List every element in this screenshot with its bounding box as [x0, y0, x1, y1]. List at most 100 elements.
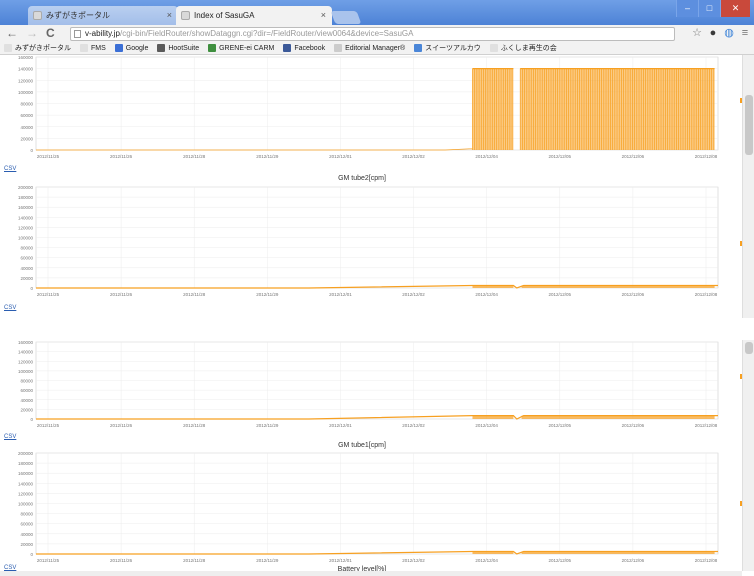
y-tick-label: 140000 [18, 67, 34, 72]
bookmark-label: GRENE-ei CARM [219, 44, 275, 52]
x-tick-label: 2012/12/06 [622, 558, 645, 563]
x-tick-label: 2012/11/29 [256, 292, 279, 297]
y-tick-label: 100000 [18, 369, 34, 374]
address-path: /cgi-bin/FieldRouter/showDataggn.cgi?dir… [119, 29, 414, 38]
y-tick-label: 80000 [20, 102, 33, 107]
x-tick-label: 2012/12/05 [549, 154, 572, 159]
tab-close-icon[interactable]: × [321, 6, 326, 25]
x-tick-label: 2012/11/29 [256, 423, 279, 428]
csv-link[interactable]: CSV [4, 305, 16, 311]
bookmark-4[interactable]: GRENE-ei CARM [208, 44, 274, 52]
browser-window-top: みずがきポータル × Index of SasuGA × – □ ✕ ← → C… [0, 0, 754, 318]
bookmark-label: みずがきポータル [15, 45, 71, 52]
bookmark-5[interactable]: Facebook [283, 44, 325, 52]
forward-arrow-icon[interactable]: → [26, 25, 38, 42]
favicon-icon [33, 11, 42, 20]
back-arrow-icon[interactable]: ← [6, 25, 18, 42]
chart-title-gm-tube1: GM tube1[cpm] [338, 442, 386, 449]
vertical-scrollbar[interactable] [742, 340, 754, 571]
csv-link[interactable]: CSV [4, 166, 16, 172]
y-tick-label: 140000 [18, 481, 34, 486]
x-tick-label: 2012/12/04 [475, 423, 498, 428]
bookmark-2[interactable]: Google [114, 44, 149, 52]
y-tick-label: 0 [30, 148, 33, 153]
y-tick-label: 160000 [18, 205, 34, 210]
x-tick-label: 2012/11/26 [110, 154, 133, 159]
y-tick-label: 140000 [18, 215, 34, 220]
tab-portal[interactable]: みずがきポータル × [28, 6, 178, 25]
series-area [472, 68, 514, 150]
address-bar[interactable]: v-ability.jp/cgi-bin/FieldRouter/showDat… [70, 27, 675, 41]
y-tick-label: 80000 [20, 512, 33, 517]
vertical-scrollbar[interactable] [742, 55, 754, 318]
tab-index-sasuga[interactable]: Index of SasuGA × [176, 6, 332, 25]
bookmark-1[interactable]: FMS [80, 44, 106, 52]
scrollbar-thumb[interactable] [745, 95, 753, 155]
x-tick-label: 2012/11/28 [183, 423, 206, 428]
x-tick-label: 2012/12/04 [475, 558, 498, 563]
y-tick-label: 60000 [20, 256, 33, 261]
x-tick-label: 2012/12/02 [402, 292, 425, 297]
scrollbar-thumb[interactable] [745, 342, 753, 354]
y-tick-label: 100000 [18, 236, 34, 241]
x-tick-label: 2012/12/01 [329, 558, 352, 563]
chart-gm-mid: 160000 140000 120000 100000 80000 60000 40000 2… [0, 340, 724, 428]
y-tick-label: 60000 [20, 522, 33, 527]
minimize-button[interactable]: – [676, 0, 698, 17]
x-tick-label: 2012/11/25 [37, 423, 60, 428]
page-icon [4, 44, 12, 52]
bookmark-7[interactable]: スイーツアルカウ [414, 43, 481, 53]
bookmark-0[interactable]: みずがきポータル [4, 43, 71, 53]
address-host: v-ability.jp [85, 29, 120, 38]
y-tick-label: 0 [30, 417, 33, 422]
chart-svg: 2000001800001600001400001200001000008000… [18, 185, 719, 297]
bookmark-6[interactable]: Editorial Manager® [334, 44, 405, 52]
tab-strip: みずがきポータル × Index of SasuGA × – □ ✕ [0, 0, 754, 25]
horizontal-scrollbar[interactable] [0, 571, 742, 576]
x-tick-label: 2012/12/08 [695, 558, 718, 563]
series-area [521, 415, 715, 419]
sync-icon[interactable]: ◍ [722, 27, 736, 40]
chart-gm-tube1: 200000 180000 160000 140000 120000 100000 8000… [0, 451, 724, 563]
y-tick-label: 160000 [18, 55, 34, 60]
y-tick-label: 40000 [20, 266, 33, 271]
close-window-button[interactable]: ✕ [720, 0, 750, 17]
y-tick-label: 120000 [18, 225, 34, 230]
x-tick-label: 2012/12/02 [402, 423, 425, 428]
x-tick-label: 2012/12/05 [549, 423, 572, 428]
new-tab-button[interactable] [330, 11, 362, 24]
bookmark-3[interactable]: HootSuite [157, 44, 199, 52]
bookmark-8[interactable]: ふくしま再生の会 [489, 43, 557, 53]
tab-close-icon[interactable]: × [167, 6, 172, 25]
bookmark-label: スイーツアルカウ [425, 45, 481, 52]
reload-icon[interactable]: C [46, 25, 55, 42]
y-tick-label: 180000 [18, 461, 34, 466]
y-tick-label: 80000 [20, 379, 33, 384]
bookmarks-bar: みずがきポータル FMS Google HootSuite GRENE-ei CARM F… [0, 42, 754, 55]
x-tick-label: 2012/11/29 [256, 558, 279, 563]
star-icon[interactable]: ☆ [690, 27, 704, 40]
x-tick-label: 2012/11/28 [183, 558, 206, 563]
csv-link[interactable]: CSV [4, 434, 16, 440]
chart-svg: 160000 140000 120000 100000 80000 60000 40000 2… [18, 340, 719, 428]
chart-svg: 2000001800001600001400001200001000008000… [18, 451, 719, 563]
em-icon [334, 44, 343, 52]
bookmark-label: Facebook [294, 44, 326, 52]
page-content-top: 160000 140000 120000 100000 80000 60000 40000 2… [0, 55, 754, 318]
y-tick-label: 160000 [18, 471, 34, 476]
x-tick-label: 2012/11/25 [37, 292, 60, 297]
page-content-bottom: 160000 140000 120000 100000 80000 60000 40000 2… [0, 340, 754, 576]
menu-icon[interactable]: ≡ [738, 27, 752, 40]
page-icon [74, 30, 81, 38]
x-tick-label: 2012/12/08 [695, 154, 718, 159]
x-tick-label: 2012/11/26 [110, 292, 133, 297]
facebook-icon [283, 44, 292, 52]
extension-icon[interactable]: ● [706, 27, 720, 40]
window-gap [0, 318, 754, 340]
tab-label: みずがきポータル [46, 11, 110, 20]
bookmark-label: Google [125, 44, 149, 52]
y-tick-label: 120000 [18, 78, 34, 83]
y-tick-label: 120000 [18, 491, 34, 496]
x-tick-label: 2012/12/04 [475, 154, 498, 159]
maximize-button[interactable]: □ [698, 0, 720, 17]
